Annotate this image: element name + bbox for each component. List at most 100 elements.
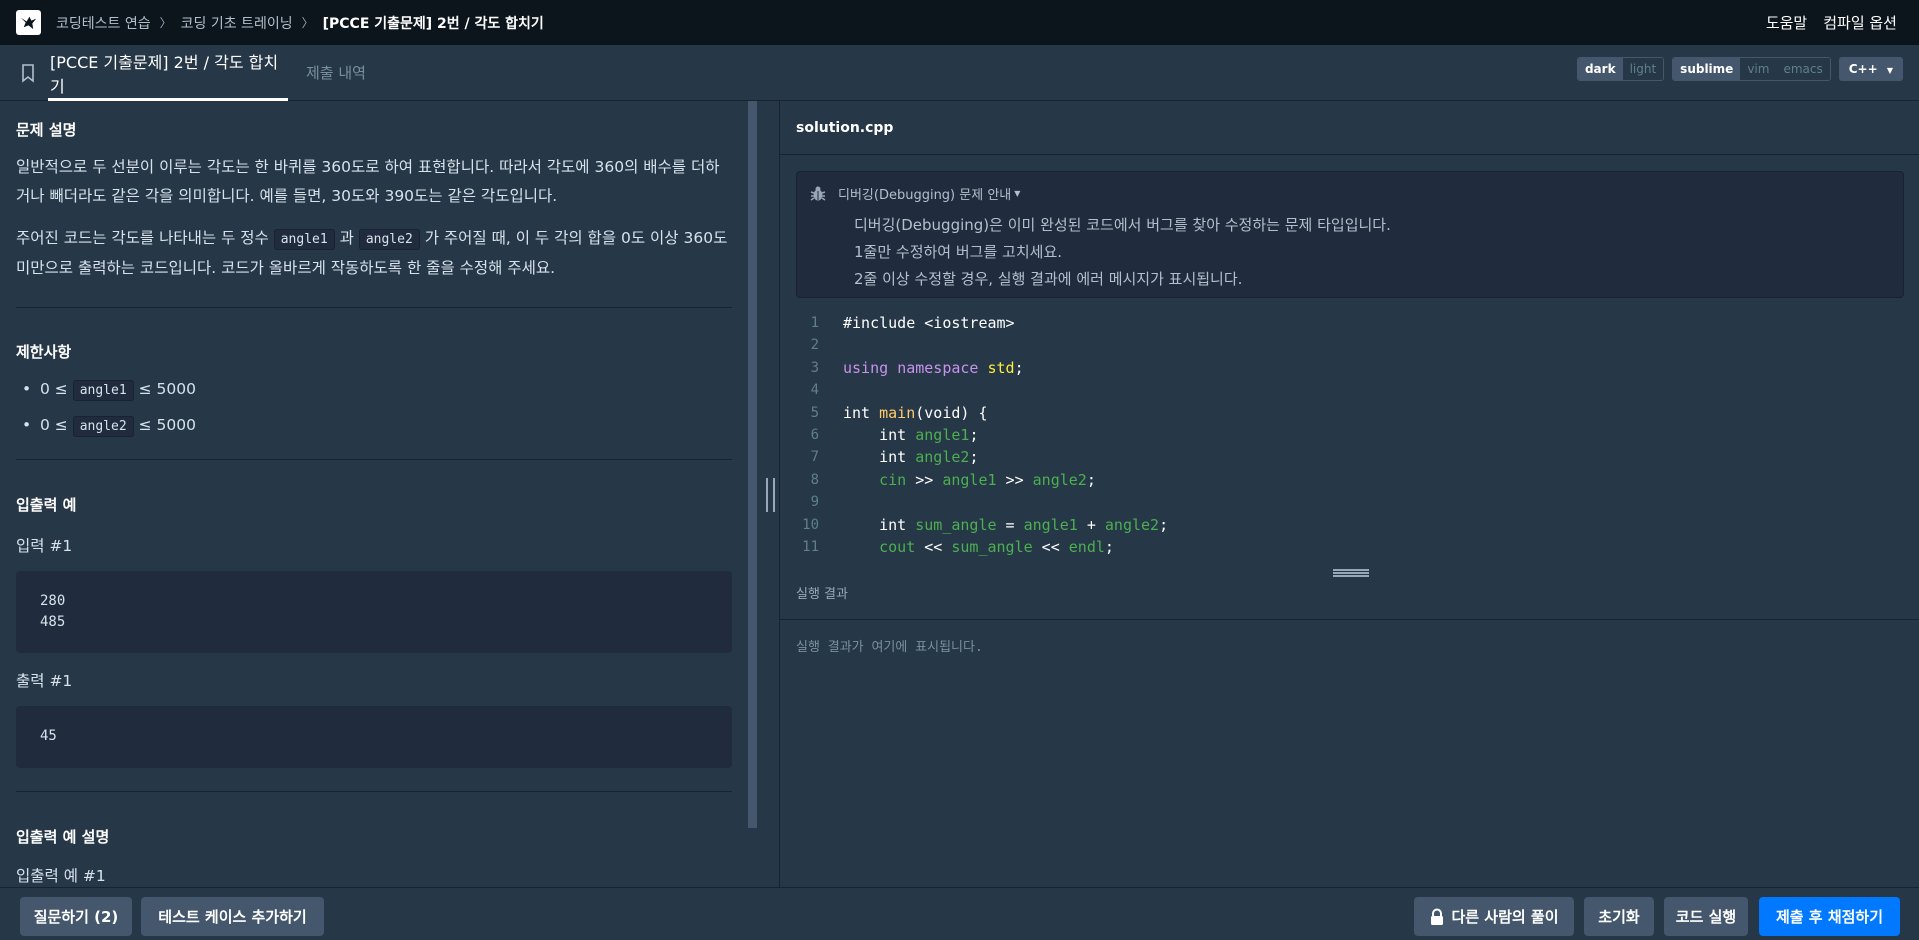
theme-dark-button[interactable]: dark — [1577, 58, 1623, 80]
theme-light-button[interactable]: light — [1622, 58, 1664, 80]
code-line: 9 — [780, 491, 1919, 513]
output-box: 45 — [16, 706, 732, 768]
debug-description: 디버깅(Debugging)은 이미 완성된 코드에서 버그를 찾아 수정하는 … — [854, 212, 1391, 293]
others-solution-label: 다른 사람의 풀이 — [1451, 908, 1559, 926]
io-explain-title: 입출력 예 설명 — [16, 828, 110, 846]
help-link[interactable]: 도움말 — [1766, 12, 1807, 33]
input-box: 280 485 — [16, 571, 732, 653]
run-code-button[interactable]: 코드 실행 — [1664, 897, 1748, 936]
line-number: 10 — [802, 516, 819, 533]
reset-button[interactable]: 초기화 — [1584, 897, 1654, 936]
code-text: int angle1; — [843, 424, 978, 446]
code-token: int — [879, 448, 907, 467]
input-line: 485 — [40, 614, 66, 630]
limit-text: 0 ≤ — [40, 416, 73, 434]
code-token: int — [879, 425, 907, 444]
keymap-toggle: sublime vim emacs — [1672, 57, 1831, 81]
panel-resize-handle[interactable] — [766, 478, 775, 512]
line-number: 3 — [810, 359, 819, 376]
debug-title: 디버깅(Debugging) 문제 안내 — [838, 188, 1012, 203]
limit-text: ≤ 5000 — [133, 380, 196, 398]
code-token: + — [1077, 515, 1105, 534]
bookmark-icon[interactable] — [20, 63, 36, 83]
chevron-right-icon: 〉 — [159, 16, 172, 30]
code-text: int angle2; — [843, 446, 978, 468]
editor-panel: solution.cpp 디버깅(Debugging) 문제 안내 ▼ 디버깅(… — [779, 101, 1919, 887]
bug-icon — [810, 186, 826, 201]
breadcrumb-item-practice[interactable]: 코딩테스트 연습 — [56, 13, 151, 33]
code-token: main — [879, 403, 916, 422]
compile-options-link[interactable]: 컴파일 옵션 — [1823, 12, 1897, 33]
limit-text: 0 ≤ — [40, 380, 73, 398]
code-token: endl — [1068, 537, 1105, 556]
input-label: 입력 #1 — [16, 537, 73, 555]
file-name: solution.cpp — [780, 101, 1919, 155]
line-number: 4 — [810, 382, 819, 399]
io-explain-sub: 입출력 예 #1 — [16, 867, 106, 885]
code-token: int — [843, 403, 871, 422]
limit-item: 0 ≤ angle2 ≤ 5000 — [16, 408, 196, 444]
debug-notice: 디버깅(Debugging) 문제 안내 ▼ 디버깅(Debugging)은 이… — [796, 171, 1904, 298]
line-number: 6 — [810, 426, 819, 443]
caret-down-icon: ▼ — [1014, 189, 1021, 198]
desc-paragraph-2: 주어진 코드는 각도를 나타내는 두 정수 angle1 과 angle2 가 … — [16, 224, 732, 283]
code-token: angle1 — [942, 470, 997, 489]
code-token: ; — [969, 425, 979, 444]
code-line: 11 cout << sum_angle << endl; — [780, 536, 1919, 558]
submit-button[interactable]: 제출 후 채점하기 — [1759, 897, 1900, 936]
keymap-sublime-button[interactable]: sublime — [1673, 58, 1741, 80]
tab-submissions[interactable]: 제출 내역 — [304, 45, 368, 101]
keymap-vim-button[interactable]: vim — [1740, 58, 1777, 80]
code-text: int sum_angle = angle1 + angle2; — [843, 514, 1168, 536]
debug-line: 2줄 이상 수정할 경우, 실행 결과에 에러 메시지가 표시됩니다. — [854, 270, 1243, 288]
code-line: 2 — [780, 334, 1919, 356]
desc-text: 주어진 코드는 각도를 나타내는 두 정수 — [16, 229, 274, 247]
code-token: sum_angle — [951, 537, 1033, 556]
inline-code-angle2: angle2 — [72, 416, 134, 437]
breadcrumb-item-basic-training[interactable]: 코딩 기초 트레이닝 — [181, 13, 293, 33]
code-editor[interactable]: 1 #include <iostream> 2 3 using namespace … — [780, 312, 1919, 565]
limit-text: ≤ 5000 — [133, 416, 196, 434]
output-line: 45 — [40, 728, 57, 744]
keymap-emacs-button[interactable]: emacs — [1776, 58, 1830, 80]
caret-down-icon: ▼ — [1886, 66, 1893, 75]
line-number: 1 — [810, 315, 819, 331]
line-number: 11 — [802, 538, 819, 555]
vertical-resize-handle[interactable] — [1333, 569, 1369, 577]
others-solution-button[interactable]: 다른 사람의 풀이 — [1414, 897, 1574, 936]
code-token: angle1 — [915, 425, 970, 444]
code-token: ; — [1104, 537, 1114, 556]
code-text: #include <iostream> — [843, 314, 1015, 332]
result-output: 실행 결과가 여기에 표시됩니다. — [796, 640, 983, 655]
line-number: 8 — [810, 471, 819, 488]
language-select[interactable]: C++ ▼ — [1838, 57, 1903, 81]
debug-notice-toggle[interactable]: 디버깅(Debugging) 문제 안내 ▼ — [809, 184, 1020, 203]
code-text: cout << sum_angle << endl; — [843, 536, 1114, 558]
code-line: 5 int main(void) { — [780, 402, 1919, 424]
code-text: int main(void) { — [843, 402, 988, 424]
top-navbar: 코딩테스트 연습 〉 코딩 기초 트레이닝 〉 [PCCE 기출문제] 2번 /… — [0, 0, 1919, 45]
inline-code-angle1: angle1 — [72, 380, 134, 401]
input-line: 280 — [40, 593, 66, 609]
desc-title: 문제 설명 — [16, 121, 77, 139]
code-token: cout — [879, 537, 916, 556]
tab-problem[interactable]: [PCCE 기출문제] 2번 / 각도 합치기 — [48, 45, 288, 101]
code-token: << — [1032, 537, 1069, 556]
code-token: angle2 — [1104, 515, 1160, 534]
code-token: = — [996, 515, 1024, 534]
add-testcase-button[interactable]: 테스트 케이스 추가하기 — [141, 897, 324, 936]
chevron-right-icon: 〉 — [301, 16, 314, 30]
desc-text: 과 — [334, 229, 359, 247]
code-token: ; — [969, 448, 979, 467]
divider — [16, 791, 732, 792]
code-token: (void) { — [915, 403, 988, 422]
problem-scrollbar[interactable] — [748, 101, 757, 828]
line-number: 2 — [810, 337, 819, 354]
programmers-logo[interactable] — [16, 10, 41, 35]
code-text: cin >> angle1 >> angle2; — [843, 469, 1096, 491]
code-token: using — [843, 358, 889, 377]
limits-title: 제한사항 — [16, 343, 72, 361]
question-button[interactable]: 질문하기 (2) — [20, 897, 132, 936]
breadcrumb: 코딩테스트 연습 〉 코딩 기초 트레이닝 〉 [PCCE 기출문제] 2번 /… — [56, 13, 544, 33]
limits-list: 0 ≤ angle1 ≤ 5000 0 ≤ angle2 ≤ 5000 — [16, 372, 196, 444]
